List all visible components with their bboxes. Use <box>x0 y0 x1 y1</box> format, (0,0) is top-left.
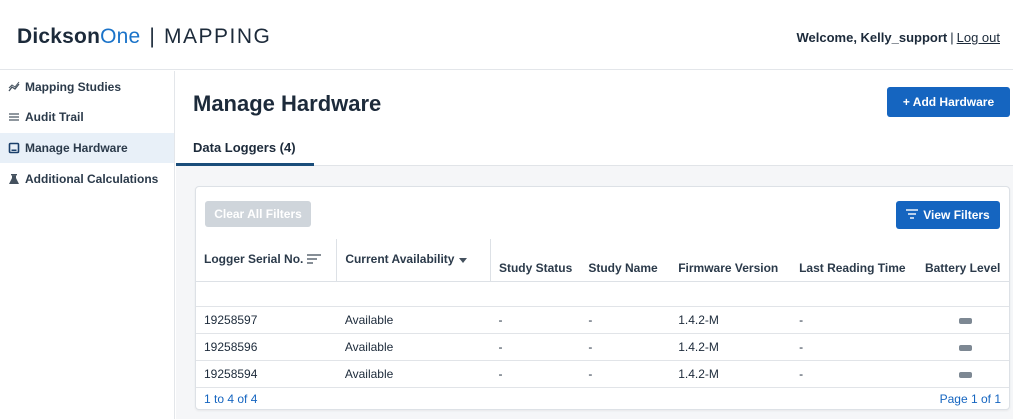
sidebar-item-audit-trail[interactable]: Audit Trail <box>0 102 174 132</box>
table-row[interactable]: 19258596 Available - - 1.4.2-M - <box>196 333 1009 361</box>
cell-study-status: - <box>490 306 581 334</box>
welcome-text: Welcome, Kelly_support <box>796 30 948 45</box>
page-title: Manage Hardware <box>193 91 382 116</box>
top-bar: DicksonOne | MAPPING Welcome, Kelly_suppor… <box>0 0 1013 70</box>
add-hardware-button[interactable]: + Add Hardware <box>887 87 1010 117</box>
column-label: Logger Serial No. <box>204 252 304 267</box>
column-header-serial[interactable]: Logger Serial No. <box>196 239 338 282</box>
sidebar-item-manage-hardware[interactable]: Manage Hardware <box>0 133 174 163</box>
table-header-row: Logger Serial No. Current Availability S… <box>196 239 1009 282</box>
cell-last-reading: - <box>791 333 917 361</box>
brand-name: Dickson <box>17 25 101 48</box>
user-separator: | <box>950 30 954 45</box>
tab-data-loggers[interactable]: Data Loggers (4) <box>176 130 314 166</box>
sidebar: Mapping Studies Audit Trail Manage Hardw… <box>0 71 175 419</box>
view-filters-label: View Filters <box>923 207 990 222</box>
cell-serial: 19258597 <box>196 306 337 334</box>
caret-down-icon[interactable] <box>458 253 468 267</box>
table-row[interactable]: 19258597 Available - - 1.4.2-M - <box>196 306 1009 334</box>
cell-availability: Available <box>336 306 491 334</box>
sidebar-item-label: Manage Hardware <box>25 141 128 155</box>
sidebar-item-label: Audit Trail <box>25 110 84 124</box>
cell-firmware: 1.4.2-M <box>670 306 792 334</box>
cell-firmware: 1.4.2-M <box>670 333 792 361</box>
view-filters-button[interactable]: View Filters <box>896 201 1000 229</box>
list-icon <box>8 111 20 123</box>
flask-icon <box>8 173 20 185</box>
cell-firmware: 1.4.2-M <box>670 360 792 388</box>
cell-battery <box>916 360 1009 388</box>
column-header-last-reading[interactable]: Last Reading Time <box>791 239 917 282</box>
cell-availability: Available <box>336 360 491 388</box>
trend-line-icon <box>8 81 20 93</box>
cell-study-name: - <box>580 306 671 334</box>
brand-separator: | <box>149 25 156 48</box>
data-loggers-card: Clear All Filters View Filters Logger Se… <box>195 186 1010 410</box>
column-header-study-name[interactable]: Study Name <box>580 239 671 282</box>
cell-serial: 19258596 <box>196 333 337 361</box>
cell-battery <box>916 306 1009 334</box>
module-name: MAPPING <box>164 25 272 48</box>
cell-last-reading: - <box>791 360 917 388</box>
battery-icon <box>959 344 973 351</box>
cell-availability: Available <box>336 333 491 361</box>
filter-row <box>196 281 1009 307</box>
filter-icon <box>906 208 919 222</box>
app-logo[interactable]: DicksonOne | MAPPING <box>17 25 271 49</box>
sidebar-item-label: Mapping Studies <box>25 80 121 94</box>
sort-lines-icon[interactable] <box>307 253 322 267</box>
page-header: Manage Hardware + Add Hardware Data Logg… <box>176 71 1013 166</box>
battery-icon <box>959 317 973 324</box>
sidebar-item-mapping-studies[interactable]: Mapping Studies <box>0 72 174 102</box>
cell-study-name: - <box>580 360 671 388</box>
column-header-battery[interactable]: Battery Level <box>916 239 1009 282</box>
clear-all-filters-button[interactable]: Clear All Filters <box>205 201 311 227</box>
filter-row-cell <box>196 281 1009 307</box>
column-header-availability[interactable]: Current Availability <box>336 239 491 282</box>
brand-suffix: One <box>100 25 141 48</box>
page-indicator: Page 1 of 1 <box>939 392 1001 407</box>
column-header-firmware[interactable]: Firmware Version <box>670 239 792 282</box>
logout-link[interactable]: Log out <box>957 30 1000 45</box>
cell-study-status: - <box>490 333 581 361</box>
sidebar-item-label: Additional Calculations <box>25 172 159 186</box>
cell-study-status: - <box>490 360 581 388</box>
cell-battery <box>916 333 1009 361</box>
device-icon <box>8 142 20 154</box>
cell-study-name: - <box>580 333 671 361</box>
column-label: Current Availability <box>345 252 455 267</box>
row-count: 1 to 4 of 4 <box>204 392 258 407</box>
cell-serial: 19258594 <box>196 360 337 388</box>
table-footer: 1 to 4 of 4 Page 1 of 1 <box>196 387 1009 411</box>
data-loggers-table: Logger Serial No. Current Availability S… <box>196 239 1009 411</box>
sidebar-item-additional-calculations[interactable]: Additional Calculations <box>0 164 174 194</box>
battery-icon <box>959 371 973 378</box>
main-content: Manage Hardware + Add Hardware Data Logg… <box>176 71 1013 419</box>
user-menu: Welcome, Kelly_support | Log out <box>796 30 1000 45</box>
column-header-study-status[interactable]: Study Status <box>490 239 581 282</box>
cell-last-reading: - <box>791 306 917 334</box>
table-row[interactable]: 19258594 Available - - 1.4.2-M - <box>196 360 1009 388</box>
